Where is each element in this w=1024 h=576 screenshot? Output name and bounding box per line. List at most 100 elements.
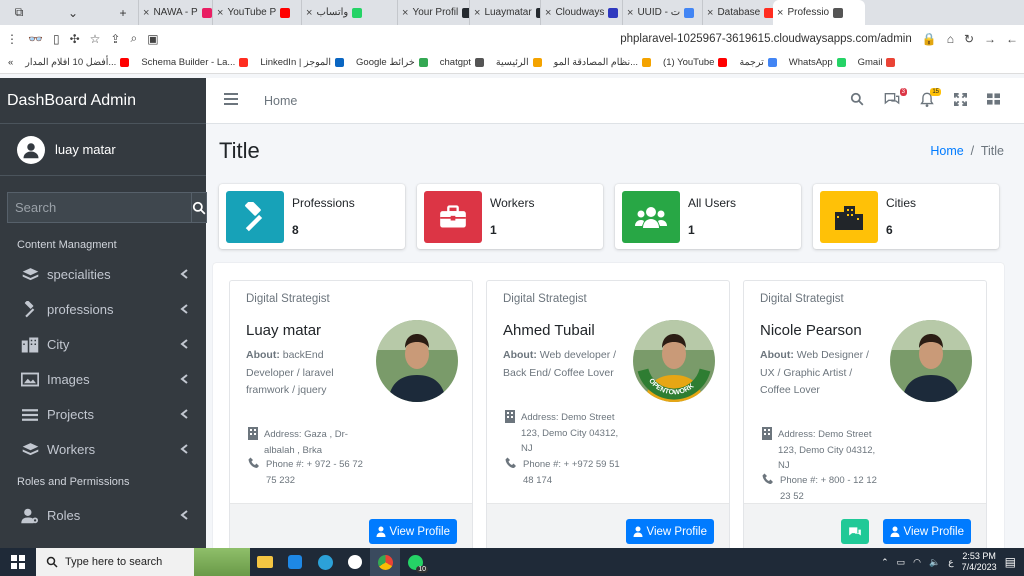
worker-photo[interactable]: OPENTOWORK — [633, 320, 715, 402]
share-icon[interactable]: ⇪ — [110, 32, 120, 46]
bookmark-favicon-icon — [718, 58, 728, 67]
view-profile-label: View Profile — [903, 525, 964, 538]
chevron-left-icon — [180, 407, 188, 422]
info-box-professions[interactable]: Professions 8 — [219, 184, 405, 249]
sidebar-item-images[interactable]: Images — [0, 362, 206, 397]
close-tab-icon[interactable]: × — [217, 7, 223, 19]
cast-icon[interactable]: ▣ — [147, 32, 158, 46]
close-tab-icon[interactable]: × — [777, 7, 783, 19]
app-circle-icon[interactable] — [340, 548, 370, 576]
browser-tab[interactable]: × YouTube P — [212, 0, 301, 25]
info-box-all-users[interactable]: All Users 1 — [615, 184, 801, 249]
sidebar-item-label: City — [47, 337, 70, 352]
bookmark-item[interactable]: LinkedIn | الموجز — [260, 57, 345, 68]
taskbar-clock[interactable]: 2:53 PM 7/4/2023 — [962, 551, 997, 573]
edge-icon[interactable] — [310, 548, 340, 576]
messages-icon[interactable]: 3 — [884, 88, 907, 109]
vscode-icon[interactable] — [280, 548, 310, 576]
home-icon[interactable]: ⌂ — [947, 32, 954, 46]
reload-icon[interactable]: ↻ — [964, 32, 974, 46]
bookmark-item[interactable]: الرئيسية — [496, 57, 542, 68]
breadcrumb-home-link[interactable]: Home — [930, 144, 963, 158]
notification-center-icon[interactable]: ▤ — [1005, 555, 1016, 569]
windows-start-icon[interactable] — [0, 548, 36, 576]
bookmark-item[interactable]: Schema Builder - La... — [141, 57, 249, 68]
sidebar-search-input[interactable] — [7, 192, 191, 223]
nav-home-link[interactable]: Home — [264, 94, 297, 108]
worker-photo[interactable] — [376, 320, 458, 402]
volume-icon[interactable]: 🔈 — [929, 557, 940, 568]
info-box-cities[interactable]: Cities 6 — [813, 184, 999, 249]
taskbar-search[interactable]: Type here to search — [36, 548, 194, 576]
profile-glasses-icon[interactable]: 👓 — [28, 32, 43, 46]
bookmark-item[interactable]: (1) YouTube — [663, 57, 728, 68]
close-tab-icon[interactable]: × — [402, 7, 408, 19]
input-language[interactable]: ع — [948, 557, 953, 568]
notifications-bell-icon[interactable]: 15 — [920, 87, 941, 110]
browser-tab[interactable]: × Professio — [773, 0, 865, 25]
sidebar-item-city[interactable]: City — [0, 327, 206, 362]
file-explorer-icon[interactable] — [250, 548, 280, 576]
new-tab-plus-icon[interactable]: + — [108, 0, 138, 25]
tab-list-chevron-icon[interactable]: ⌄ — [38, 0, 108, 25]
zoom-icon[interactable]: ⌕ — [130, 31, 137, 46]
close-tab-icon[interactable]: × — [545, 7, 551, 19]
bookmarks-overflow-icon[interactable]: « — [8, 57, 13, 68]
browser-tab[interactable]: × Your Profil — [397, 0, 469, 25]
view-profile-button[interactable]: View Profile — [369, 519, 457, 544]
browser-tab[interactable]: × NAWA - P — [138, 0, 212, 25]
user-panel[interactable]: luay matar — [0, 124, 206, 176]
sidebar-item-professions[interactable]: professions — [0, 292, 206, 327]
tray-up-icon[interactable]: ⌃ — [881, 557, 889, 568]
sidebar-toggle-icon[interactable]: ▯ — [53, 32, 60, 46]
windows-taskbar: Type here to search 10 ⌃ ▭ ◠ 🔈 ع 2:53 PM… — [0, 548, 1024, 576]
sidebar-item-projects[interactable]: Projects — [0, 397, 206, 432]
bookmark-item[interactable]: Gmail — [858, 57, 896, 68]
bookmark-item[interactable]: أفضل 10 افلام المدار... — [25, 57, 130, 68]
back-icon[interactable]: ← — [1006, 32, 1018, 46]
browser-tab[interactable]: × UUID - ت — [622, 0, 702, 25]
close-tab-icon[interactable]: × — [143, 7, 149, 19]
bookmark-item[interactable]: Google خرائط — [356, 57, 428, 68]
browser-menu-icon[interactable]: ⋮ — [6, 32, 18, 46]
browser-tab[interactable]: × Database — [702, 0, 773, 25]
browser-tab[interactable]: × واتساب — [301, 0, 397, 25]
close-tab-icon[interactable]: × — [306, 7, 312, 19]
sidebar-item-roles[interactable]: Roles — [0, 498, 206, 533]
browser-tab[interactable]: × Cloudways — [540, 0, 622, 25]
brand-link[interactable]: DashBoard Admin — [0, 78, 206, 124]
hamburger-menu-icon[interactable] — [224, 93, 238, 108]
forward-icon[interactable]: → — [984, 32, 996, 46]
url-field[interactable]: phplaravel-1025967-3619615.cloudwaysapps… — [620, 33, 912, 45]
bookmark-item[interactable]: WhatsApp — [789, 57, 846, 68]
bookmark-star-icon[interactable]: ☆ — [90, 32, 101, 46]
bookmark-item[interactable]: نظام المصادقة المو... — [553, 57, 652, 68]
fullscreen-icon[interactable] — [954, 92, 967, 109]
whatsapp-taskbar-icon[interactable]: 10 — [400, 548, 430, 576]
navbar-search-icon[interactable] — [850, 92, 864, 109]
close-tab-icon[interactable]: × — [707, 7, 713, 19]
network-icon[interactable]: ▭ — [897, 557, 906, 568]
browser-tab[interactable]: × Luaymatar — [469, 0, 540, 25]
chrome-icon[interactable] — [370, 548, 400, 576]
tab-title: Database — [717, 7, 761, 18]
view-profile-button[interactable]: View Profile — [626, 519, 714, 544]
control-sidebar-grid-icon[interactable] — [987, 93, 1000, 108]
close-tab-icon[interactable]: × — [627, 7, 633, 19]
wifi-icon[interactable]: ◠ — [913, 557, 921, 568]
sidebar-item-workers[interactable]: Workers — [0, 432, 206, 467]
view-profile-button[interactable]: View Profile — [883, 519, 971, 544]
sidebar-item-specialities[interactable]: specialities — [0, 257, 206, 292]
bookmark-item[interactable]: chatgpt — [440, 57, 484, 68]
lock-icon[interactable]: 🔒 — [922, 32, 937, 46]
extensions-puzzle-icon[interactable]: ✣ — [70, 32, 80, 46]
tab-search-icon[interactable]: ⧉ — [0, 0, 38, 25]
close-tab-icon[interactable]: × — [474, 7, 480, 19]
sidebar-search-button[interactable] — [191, 192, 207, 223]
tab-title: Your Profil — [412, 7, 459, 18]
bookmark-item[interactable]: ترجمة — [739, 57, 777, 68]
info-box-workers[interactable]: Workers 1 — [417, 184, 603, 249]
worker-photo[interactable] — [890, 320, 972, 402]
chat-button[interactable] — [841, 519, 869, 544]
bookmark-label: نظام المصادقة المو... — [553, 57, 639, 68]
